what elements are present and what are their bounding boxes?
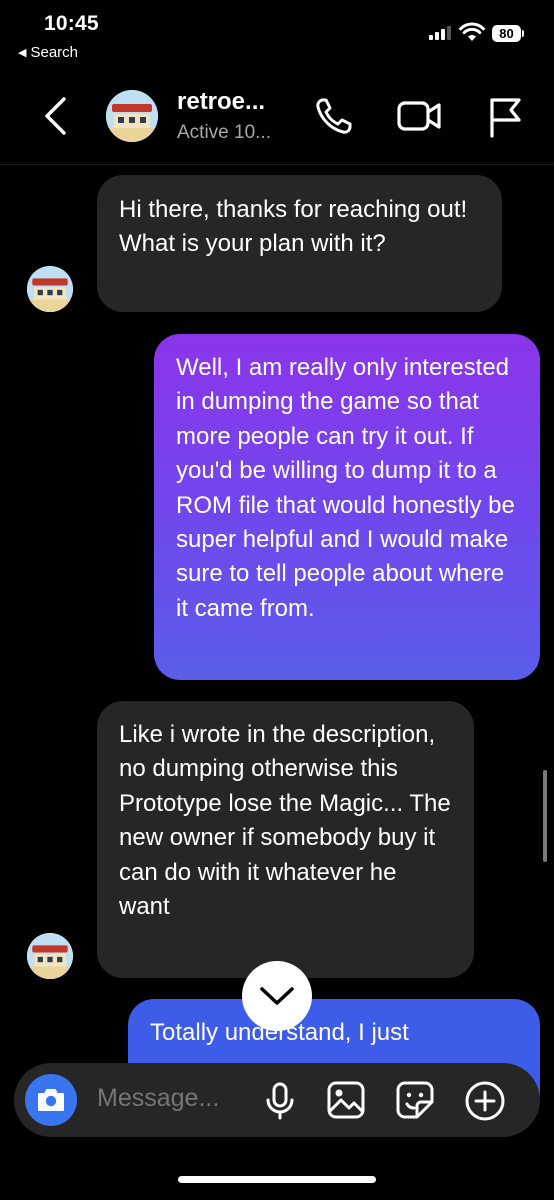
contact-active-status: Active 10... [177,122,271,143]
battery-icon: 80 [492,25,521,42]
chevron-down-icon [260,987,294,1005]
back-to-search-label: Search [30,44,78,61]
microphone-icon[interactable] [265,1082,295,1120]
flag-icon[interactable] [487,96,523,138]
contact-name[interactable]: retroe... [177,88,265,116]
home-indicator[interactable] [178,1176,376,1183]
plus-circle-icon[interactable] [464,1080,506,1122]
wifi-icon [459,22,485,41]
status-time: 10:45 [44,12,99,35]
camera-icon [38,1089,64,1111]
scrollbar[interactable] [543,770,547,862]
contact-avatar[interactable] [106,90,158,142]
video-camera-icon[interactable] [396,98,442,134]
sender-avatar-image [27,266,73,312]
image-icon[interactable] [326,1080,366,1120]
cellular-signal-icon [429,26,451,40]
chevron-left-icon[interactable] [40,96,70,136]
message-bubble-incoming[interactable]: Like i wrote in the description, no dump… [97,701,474,978]
scroll-to-bottom-button[interactable] [242,961,312,1031]
sender-avatar[interactable] [27,933,73,979]
sender-avatar[interactable] [27,266,73,312]
camera-button[interactable] [25,1074,77,1126]
phone-icon[interactable] [314,96,354,136]
sender-avatar-image [27,933,73,979]
battery-tip [522,30,524,37]
message-input[interactable] [97,1084,247,1113]
back-to-search-link[interactable]: ◀ Search [18,44,78,61]
header-divider [0,164,554,165]
sticker-icon[interactable] [395,1080,435,1120]
contact-avatar-image [106,90,158,142]
back-triangle-icon: ◀ [18,47,27,59]
message-bubble-outgoing[interactable]: Well, I am really only interested in dum… [154,334,540,680]
message-bubble-incoming[interactable]: Hi there, thanks for reaching out! What … [97,175,502,312]
